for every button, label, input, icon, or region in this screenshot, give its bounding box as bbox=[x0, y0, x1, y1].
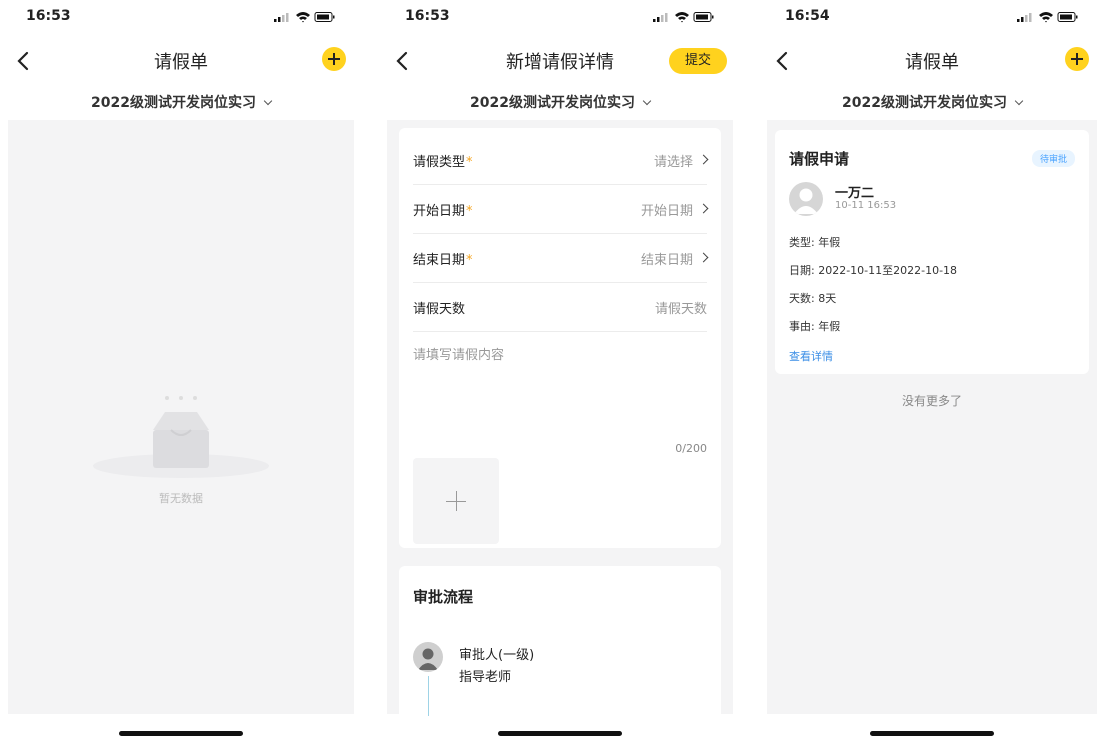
nav-bar: 新增请假详情 提交 bbox=[379, 44, 741, 78]
internship-selector-label: 2022级测试开发岗位实习 bbox=[470, 95, 635, 111]
leave-type-value: 请选择 bbox=[653, 155, 693, 170]
chevron-down-icon bbox=[642, 96, 652, 106]
internship-selector[interactable]: 2022级测试开发岗位实习 bbox=[0, 92, 362, 112]
empty-box-icon bbox=[93, 396, 269, 478]
start-date-row[interactable]: 开始日期* 开始日期 bbox=[413, 185, 709, 234]
applicant-name: 一万二 bbox=[835, 186, 875, 201]
approver-avatar bbox=[413, 642, 443, 672]
leave-days-line: 天数: 8天 bbox=[789, 292, 837, 305]
flow-connector bbox=[428, 676, 429, 716]
signal-wifi-battery-icon bbox=[653, 12, 714, 23]
leave-form-card: 请假类型* 请选择 开始日期* 开始日期 结束日期* 结束日期 请假天数 请假天… bbox=[399, 128, 721, 548]
row-label: 请假类型* bbox=[413, 151, 473, 170]
leave-days-row[interactable]: 请假天数 请假天数 bbox=[413, 283, 707, 332]
internship-selector[interactable]: 2022级测试开发岗位实习 bbox=[379, 92, 741, 112]
row-label-text: 结束日期 bbox=[413, 253, 466, 268]
leave-date-line: 日期: 2022-10-11至2022-10-18 bbox=[789, 264, 958, 277]
chevron-down-icon bbox=[263, 96, 273, 106]
empty-state: 暂无数据 bbox=[91, 390, 271, 506]
list-area: 请假申请 待审批 一万二 10-11 16:53 类型: 年假 日期: 2022… bbox=[767, 120, 1097, 714]
card-title: 请假申请 bbox=[789, 150, 850, 168]
chevron-right-icon bbox=[698, 154, 709, 165]
row-label: 开始日期* bbox=[413, 200, 473, 219]
nav-bar: 请假单 bbox=[759, 44, 1105, 78]
status-bar: 16:53 bbox=[379, 6, 741, 28]
status-bar: 16:53 bbox=[0, 6, 362, 28]
signal-wifi-battery-icon bbox=[1017, 12, 1078, 23]
required-mark: * bbox=[466, 155, 473, 170]
new-leave-screen: 16:53 新增请假详情 提交 2022级测试开发岗位实习 请假类型* 请选择 … bbox=[379, 0, 741, 742]
status-badge: 待审批 bbox=[1031, 150, 1075, 167]
leave-list-empty-screen: 16:53 请假单 2022级测试开发岗位实习 暂无数据 bbox=[0, 0, 362, 742]
leave-type-row[interactable]: 请假类型* 请选择 bbox=[413, 136, 709, 185]
approval-flow-card: 审批流程 审批人(一级) 指导老师 bbox=[399, 566, 721, 726]
row-label-text: 开始日期 bbox=[413, 204, 466, 219]
end-date-row[interactable]: 结束日期* 结束日期 bbox=[413, 234, 709, 283]
chevron-down-icon bbox=[1014, 96, 1024, 106]
status-time: 16:53 bbox=[405, 8, 450, 24]
leave-type-line: 类型: 年假 bbox=[789, 236, 841, 249]
chevron-right-icon bbox=[698, 203, 709, 214]
add-button[interactable] bbox=[1065, 47, 1089, 71]
page-title: 请假单 bbox=[154, 52, 208, 73]
status-time: 16:53 bbox=[26, 8, 71, 24]
user-silhouette-icon bbox=[794, 188, 818, 214]
leave-reason-line: 事由: 年假 bbox=[789, 320, 841, 333]
avatar bbox=[789, 182, 823, 216]
home-indicator bbox=[119, 731, 243, 736]
row-label: 结束日期* bbox=[413, 249, 473, 268]
required-mark: * bbox=[466, 253, 473, 268]
char-counter: 0/200 bbox=[675, 442, 707, 455]
status-time: 16:54 bbox=[785, 8, 830, 24]
approver-role: 审批人(一级) bbox=[459, 648, 535, 663]
leave-list-screen: 16:54 请假单 2022级测试开发岗位实习 请假申请 待审批 一万二 10-… bbox=[759, 0, 1105, 742]
end-date-value: 结束日期 bbox=[640, 253, 693, 268]
nav-bar: 请假单 bbox=[0, 44, 362, 78]
home-indicator bbox=[498, 731, 622, 736]
approver-name: 指导老师 bbox=[459, 670, 512, 685]
status-bar: 16:54 bbox=[759, 6, 1105, 28]
chevron-right-icon bbox=[698, 252, 709, 263]
row-label: 请假天数 bbox=[413, 302, 466, 317]
reason-textarea[interactable]: 请填写请假内容 bbox=[413, 344, 504, 363]
empty-text: 暂无数据 bbox=[159, 492, 203, 505]
submit-button[interactable]: 提交 bbox=[669, 48, 727, 74]
required-mark: * bbox=[466, 204, 473, 219]
submitted-time: 10-11 16:53 bbox=[835, 200, 897, 211]
internship-selector[interactable]: 2022级测试开发岗位实习 bbox=[759, 92, 1105, 112]
view-details-link[interactable]: 查看详情 bbox=[789, 348, 833, 364]
add-button[interactable] bbox=[322, 47, 346, 71]
internship-selector-label: 2022级测试开发岗位实习 bbox=[842, 95, 1007, 111]
signal-wifi-battery-icon bbox=[274, 12, 335, 23]
internship-selector-label: 2022级测试开发岗位实习 bbox=[91, 95, 256, 111]
leave-request-card[interactable]: 请假申请 待审批 一万二 10-11 16:53 类型: 年假 日期: 2022… bbox=[775, 130, 1089, 374]
upload-image-button[interactable] bbox=[413, 458, 499, 544]
row-label-text: 请假类型 bbox=[413, 155, 466, 170]
form-area: 请假类型* 请选择 开始日期* 开始日期 结束日期* 结束日期 请假天数 请假天… bbox=[387, 120, 733, 726]
approval-flow-title: 审批流程 bbox=[413, 588, 474, 606]
leave-days-field[interactable]: 请假天数 bbox=[655, 298, 707, 317]
home-indicator bbox=[870, 731, 994, 736]
user-silhouette-icon bbox=[418, 648, 438, 670]
start-date-value: 开始日期 bbox=[640, 204, 693, 219]
list-area: 暂无数据 bbox=[8, 120, 354, 714]
no-more-text: 没有更多了 bbox=[901, 394, 962, 408]
page-title: 请假单 bbox=[905, 52, 959, 73]
